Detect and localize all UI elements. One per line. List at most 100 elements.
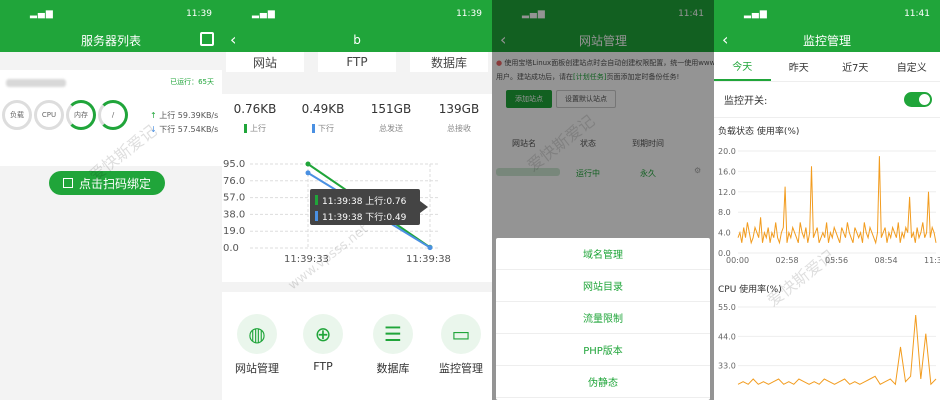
function-menu: ◍ 网站管理 ⊕ FTP ☰ 数据库 ▭ 监控管理 [222, 292, 492, 400]
status-time: 11:41 [904, 9, 930, 19]
y-tick-label: 19.0 [223, 226, 245, 237]
data-point [305, 170, 311, 176]
server-list-screen: ▂▄▆ 11:39 服务器列表 已运行：65天 负载 CPU 内存 / ↑ 上行… [0, 0, 222, 400]
page-title: 监控管理 [802, 33, 851, 48]
memory-ring: 内存 [66, 100, 96, 130]
sheet-item-directory[interactable]: 网站目录 [496, 270, 710, 302]
menu-monitor[interactable]: ▭ 监控管理 [426, 314, 492, 376]
x-tick-label: 11:39:33 [284, 254, 329, 265]
page-title: 服务器列表 [80, 33, 141, 48]
y-tick-label: 20.0 [718, 147, 736, 156]
upload-speed: ↑ 上行 59.39KB/s [150, 111, 219, 120]
stat-total-sent: 151GB 总发送 [370, 102, 412, 133]
scan-icon[interactable] [200, 32, 214, 46]
arrow-down-icon: ↓ [150, 125, 157, 134]
tooltip-arrow [420, 201, 428, 213]
signal-icon: ▂▄▆ [744, 9, 768, 19]
top-tabs: 网站 FTP 数据库 [222, 52, 492, 74]
monitor-icon: ▭ [441, 314, 481, 354]
menu-ftp[interactable]: ⊕ FTP [288, 314, 358, 373]
uptime-text: 已运行：65天 [170, 78, 214, 86]
traffic-chart-svg: 95.0 76.0 57.0 38.0 19.0 0.0 11:39:33 11:39:38 1… [223, 159, 451, 265]
monitor-toggle[interactable] [904, 92, 932, 107]
x-tick-label: 02:58 [776, 256, 799, 265]
y-tick-label: 95.0 [223, 159, 245, 170]
traffic-stats: 0.76KB 上行 0.49KB 下行 151GB 总发送 139GB 总接收 [222, 94, 492, 154]
page-title: b [353, 33, 361, 47]
database-icon: ☰ [373, 314, 413, 354]
tab-database[interactable]: 数据库 [410, 52, 488, 72]
status-time: 11:39 [456, 9, 482, 19]
y-tick-label: 4.0 [718, 229, 731, 238]
header: 服务器列表 [0, 28, 222, 52]
header: ‹ 监控管理 [714, 28, 940, 52]
tooltip-down-text: 11:39:38 下行:0.49 [322, 211, 407, 223]
signal-icon: ▂▄▆ [30, 9, 54, 19]
disk-ring: / [98, 100, 128, 130]
y-tick-label: 8.0 [718, 208, 731, 217]
tab-yesterday[interactable]: 昨天 [771, 52, 828, 81]
tooltip-down-marker [315, 211, 318, 221]
y-tick-label: 12.0 [718, 188, 736, 197]
status-bar: ▂▄▆ 11:41 [714, 0, 940, 28]
y-tick-label: 55.0 [718, 303, 736, 312]
download-speed: ↓ 下行 57.54KB/s [150, 125, 219, 134]
back-icon[interactable]: ‹ [230, 30, 236, 49]
server-name [6, 79, 66, 87]
action-sheet: 域名管理 网站目录 流量限制 PHP版本 伪静态 [496, 238, 710, 400]
x-tick-label: 05:56 [825, 256, 848, 265]
tab-ftp[interactable]: FTP [318, 52, 396, 72]
stat-download: 0.49KB 下行 [301, 102, 345, 133]
status-bar: ▂▄▆ 11:39 [0, 0, 222, 28]
sheet-item-php-version[interactable]: PHP版本 [496, 334, 710, 366]
header: ‹ b [222, 28, 492, 52]
monitor-switch-row: 监控开关: [714, 82, 940, 118]
arrow-up-icon: ↑ [150, 111, 157, 120]
traffic-chart: 95.0 76.0 57.0 38.0 19.0 0.0 11:39:33 11:39:38 1… [222, 154, 492, 282]
sheet-item-domain[interactable]: 域名管理 [496, 238, 710, 270]
y-tick-label: 38.0 [223, 209, 245, 220]
series-line [737, 156, 937, 245]
status-bar: ▂▄▆ 11:39 [222, 0, 492, 28]
series-line [737, 314, 937, 386]
y-tick-label: 0.0 [223, 243, 239, 254]
server-card[interactable]: 已运行：65天 负载 CPU 内存 / ↑ 上行 59.39KB/s ↓ 下行 … [0, 70, 222, 166]
cpu-chart-title: CPU 使用率(%) [718, 285, 782, 295]
y-tick-label: 16.0 [718, 167, 736, 176]
tab-7days[interactable]: 近7天 [827, 52, 884, 81]
sheet-item-rewrite[interactable]: 伪静态 [496, 366, 710, 398]
sheet-item-traffic-limit[interactable]: 流量限制 [496, 302, 710, 334]
cpu-ring: CPU [34, 100, 64, 130]
y-tick-label: 57.0 [223, 193, 245, 204]
website-management-screen: ▂▄▆ 11:41 ‹ 网站管理 ● 使用宝塔Linux面板创建站点时会自动创建… [492, 0, 714, 400]
stat-total-received: 139GB 总接收 [438, 102, 480, 133]
x-tick-label: 00:00 [726, 256, 749, 265]
data-point [305, 161, 311, 167]
ftp-icon: ⊕ [303, 314, 343, 354]
x-tick-label: 08:54 [875, 256, 898, 265]
back-icon[interactable]: ‹ [722, 30, 728, 49]
x-tick-label: 11:39:38 [406, 254, 451, 265]
tooltip-up-text: 11:39:38 上行:0.76 [322, 195, 407, 207]
qr-icon [62, 178, 73, 188]
tab-custom[interactable]: 自定义 [884, 52, 940, 81]
load-ring: 负载 [2, 100, 32, 130]
tab-website[interactable]: 网站 [226, 52, 304, 72]
y-tick-label: 33.0 [718, 362, 736, 371]
globe-icon: ◍ [237, 314, 277, 354]
cpu-chart-svg: 55.0 44.0 33.0 [718, 303, 937, 386]
signal-icon: ▂▄▆ [252, 9, 276, 19]
load-chart-title: 负载状态 使用率(%) [718, 127, 800, 137]
scan-bind-button[interactable]: 点击扫码绑定 [49, 171, 165, 195]
menu-website[interactable]: ◍ 网站管理 [222, 314, 292, 376]
menu-database[interactable]: ☰ 数据库 [358, 314, 428, 376]
load-chart-svg: 20.016.012.08.04.00.000:00 02:58 05:56 08:5… [718, 147, 940, 265]
stat-upload: 0.76KB 上行 [233, 102, 277, 133]
tab-today[interactable]: 今天 [714, 52, 771, 81]
y-tick-label: 44.0 [718, 332, 736, 341]
data-point [427, 245, 433, 251]
server-detail-screen: ▂▄▆ 11:39 ‹ b 网站 FTP 数据库 0.76KB 上行 0.49K… [222, 0, 492, 400]
y-tick-label: 76.0 [223, 176, 245, 187]
tooltip-up-marker [315, 195, 318, 205]
monitor-screen: ▂▄▆ 11:41 ‹ 监控管理 今天 昨天 近7天 自定义 监控开关: 负载状… [714, 0, 940, 400]
